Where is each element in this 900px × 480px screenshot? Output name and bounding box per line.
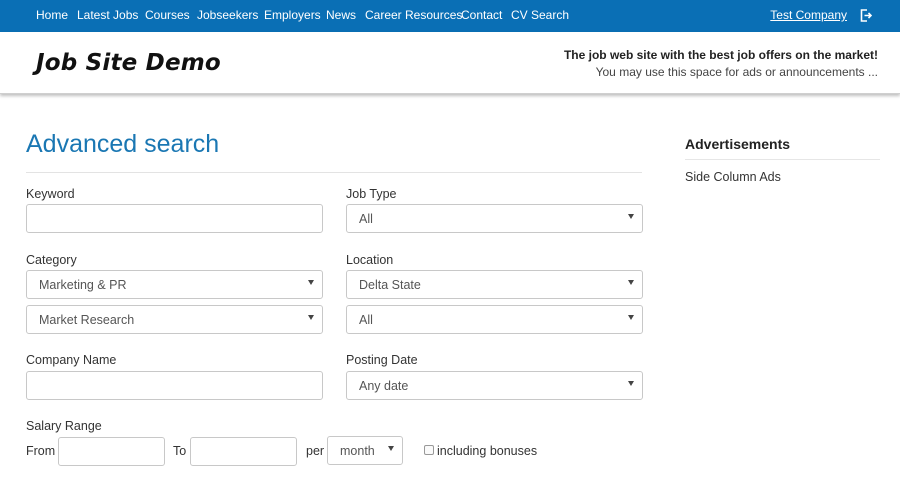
nav-cv-search[interactable]: CV Search [511,8,569,22]
job-type-select[interactable]: All [346,204,643,233]
sublocation-select[interactable]: All [346,305,643,334]
company-name-label: Company Name [26,353,117,367]
posting-date-value: Any date [359,379,409,393]
chevron-down-icon [308,280,314,285]
job-type-value: All [359,212,373,226]
nav-career-resources[interactable]: Career Resources [365,8,462,22]
subcategory-value: Market Research [39,313,135,327]
posting-date-label: Posting Date [346,353,418,367]
header-tagline: The job web site with the best job offer… [563,48,878,62]
posting-date-select[interactable]: Any date [346,371,643,400]
salary-period-value: month [340,444,375,458]
nav-contact[interactable]: Contact [461,8,502,22]
location-select[interactable]: Delta State [346,270,643,299]
location-label: Location [346,253,394,267]
keyword-label: Keyword [26,187,75,201]
logout-icon[interactable] [860,9,872,22]
header-announcement: The job web site with the best job offer… [564,47,878,81]
salary-to-input[interactable] [190,437,297,466]
chevron-down-icon [308,315,314,320]
nav-news[interactable]: News [326,8,356,22]
salary-to-label: To [173,444,187,458]
include-bonuses-label[interactable]: including bonuses [437,444,537,458]
job-type-label: Job Type [346,187,397,201]
chevron-down-icon [628,280,634,285]
nav-courses[interactable]: Courses [145,8,190,22]
salary-range-label: Salary Range [26,419,102,433]
nav-employers[interactable]: Employers [264,8,321,22]
category-value: Marketing & PR [39,278,127,292]
keyword-input[interactable] [26,204,323,233]
salary-per-label: per [306,444,325,458]
subcategory-select[interactable]: Market Research [26,305,323,334]
chevron-down-icon [628,381,634,386]
salary-from-input[interactable] [58,437,165,466]
site-header: Job Site Demo The job web site with the … [0,32,900,94]
sidebar-ads-text: Side Column Ads [685,170,781,184]
chevron-down-icon [628,315,634,320]
nav-home[interactable]: Home [36,8,68,22]
sidebar-divider [685,159,880,160]
category-select[interactable]: Marketing & PR [26,270,323,299]
location-value: Delta State [359,278,421,292]
chevron-down-icon [388,446,394,451]
nav-jobseekers[interactable]: Jobseekers [197,8,258,22]
page-title: Advanced search [26,130,220,158]
header-ads-text: You may use this space for ads or announ… [595,65,878,79]
top-nav-bar: Home Latest Jobs Courses Jobseekers Empl… [0,0,900,32]
salary-period-select[interactable]: month [327,436,403,465]
sidebar-title: Advertisements [685,136,791,152]
site-logo[interactable]: Job Site Demo [36,50,221,76]
company-name-input[interactable] [26,371,323,400]
nav-latest-jobs[interactable]: Latest Jobs [77,8,138,22]
salary-from-label: From [26,444,56,458]
chevron-down-icon [628,214,634,219]
sublocation-value: All [359,313,373,327]
include-bonuses-checkbox[interactable] [424,445,434,455]
title-divider [26,172,642,173]
user-account-link[interactable]: Test Company [770,8,847,22]
category-label: Category [26,253,77,267]
